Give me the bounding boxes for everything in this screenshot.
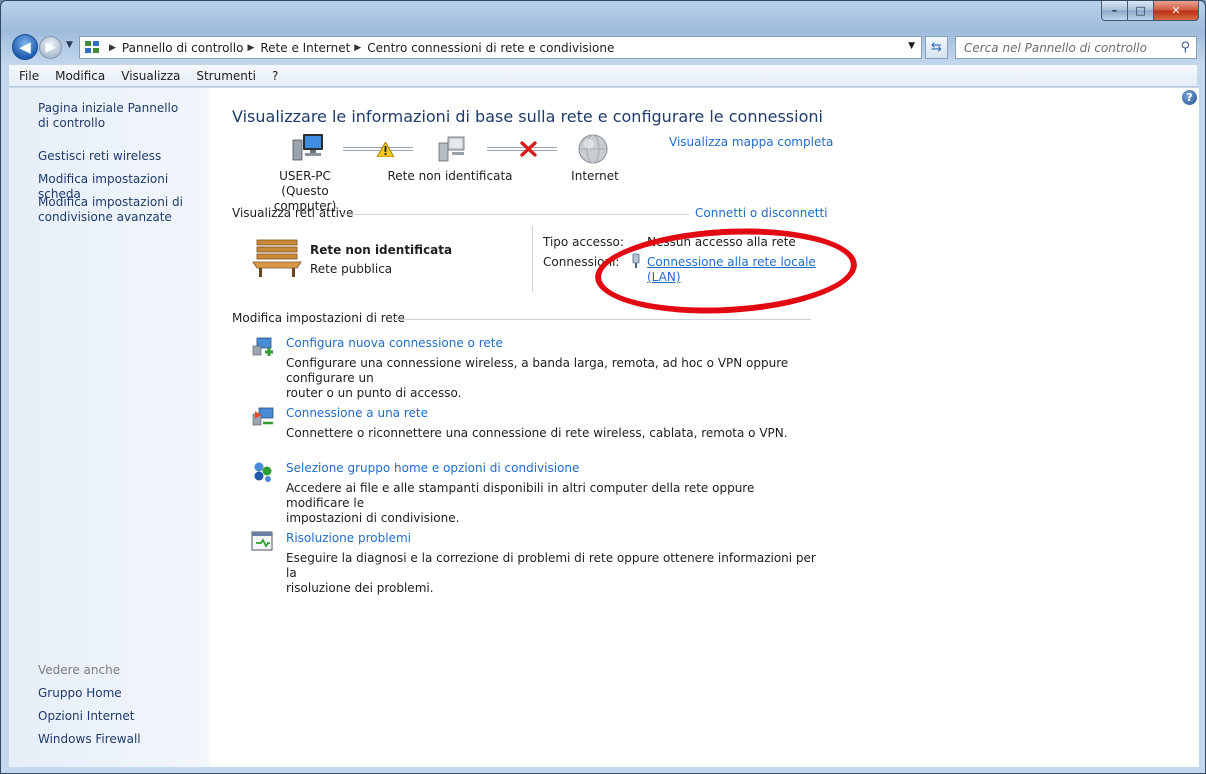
access-type-label: Tipo accesso: <box>543 235 624 249</box>
divider <box>343 214 689 215</box>
red-annotation-ellipse <box>592 222 860 320</box>
see-also-heading: Vedere anche <box>38 663 121 677</box>
computer-name: USER-PC <box>279 169 331 183</box>
address-row: ◀ ▶ ▼ ▶ Pannello di controllo ▶ Rete e I… <box>9 32 1197 62</box>
window: – □ ✕ ◀ ▶ ▼ ▶ Pannello di controllo ▶ Re… <box>0 0 1206 774</box>
maximize-button[interactable]: □ <box>1128 1 1154 21</box>
sidebar-link-firewall[interactable]: Windows Firewall <box>38 732 206 747</box>
breadcrumb-network-center[interactable]: Centro connessioni di rete e condivision… <box>367 41 614 55</box>
menu-edit[interactable]: Modifica <box>55 69 105 83</box>
help-icon[interactable]: ? <box>1182 90 1197 105</box>
task-new-connection-link[interactable]: Configura nuova connessione o rete <box>286 336 503 350</box>
settings-heading: Modifica impostazioni di rete <box>232 311 405 325</box>
arrow-right-icon: ▶ <box>45 40 56 55</box>
internet-name: Internet <box>571 169 619 183</box>
chevron-right-icon[interactable]: ▶ <box>109 43 116 53</box>
task-troubleshoot-desc: Eseguire la diagnosi e la correzione di … <box>286 551 816 596</box>
sidebar-link-wireless[interactable]: Gestisci reti wireless <box>38 149 206 164</box>
task-desc-line: impostazioni di condivisione. <box>286 511 460 525</box>
sidebar: Pagina iniziale Pannello di controllo Ge… <box>9 88 209 767</box>
sidebar-link-home[interactable]: Pagina iniziale Pannello di controllo <box>38 101 188 131</box>
refresh-icon: ⇆ <box>931 40 942 55</box>
refresh-button[interactable]: ⇆ <box>925 36 948 59</box>
network-center-icon <box>85 40 101 55</box>
main-panel: Visualizzare le informazioni di base sul… <box>209 88 1199 767</box>
task-desc-line: router o un punto di accesso. <box>286 386 462 400</box>
address-bar[interactable]: ▶ Pannello di controllo ▶ Rete e Interne… <box>79 36 922 59</box>
task-desc-line: Eseguire la diagnosi e la correzione di … <box>286 551 816 580</box>
homegroup-icon <box>251 461 275 483</box>
forward-button[interactable]: ▶ <box>39 36 62 59</box>
full-map-link[interactable]: Visualizza mappa completa <box>669 135 833 149</box>
new-connection-icon <box>251 336 275 358</box>
search-placeholder: Cerca nel Pannello di controllo <box>964 40 1147 55</box>
task-connect-network-link[interactable]: Connessione a una rete <box>286 406 428 420</box>
task-connect-network-desc: Connettere o riconnettere una connession… <box>286 426 816 441</box>
search-input[interactable]: Cerca nel Pannello di controllo ⚲ <box>955 36 1197 59</box>
recent-pages-dropdown[interactable]: ▼ <box>66 40 73 50</box>
address-dropdown[interactable]: ▼ <box>908 41 915 51</box>
breadcrumb-control-panel[interactable]: Pannello di controllo <box>122 41 244 55</box>
computer-icon <box>291 132 325 164</box>
menu-bar: File Modifica Visualizza Strumenti ? <box>9 65 1197 87</box>
globe-icon <box>577 133 609 165</box>
active-networks-heading: Visualizza reti attive <box>232 206 354 220</box>
task-desc-line: Configurare una connessione wireless, a … <box>286 356 789 385</box>
task-new-connection-desc: Configurare una connessione wireless, a … <box>286 356 816 401</box>
minimize-button[interactable]: – <box>1101 1 1128 21</box>
menu-view[interactable]: Visualizza <box>121 69 180 83</box>
network-icon <box>435 133 467 165</box>
active-network-type: Rete pubblica <box>310 262 393 276</box>
sidebar-link-internet-options[interactable]: Opzioni Internet <box>38 709 206 724</box>
menu-help[interactable]: ? <box>272 69 278 83</box>
close-button[interactable]: ✕ <box>1154 1 1199 21</box>
task-troubleshoot-link[interactable]: Risoluzione problemi <box>286 531 411 545</box>
network-map-name: Rete non identificata <box>387 169 513 183</box>
content-area: Pagina iniziale Pannello di controllo Ge… <box>9 88 1199 767</box>
red-x-icon <box>520 141 537 160</box>
search-icon[interactable]: ⚲ <box>1180 40 1190 55</box>
vertical-divider <box>532 226 533 292</box>
scrollbar[interactable]: ? <box>1181 88 1199 767</box>
chevron-right-icon[interactable]: ▶ <box>247 43 254 53</box>
page-title: Visualizzare le informazioni di base sul… <box>232 107 823 126</box>
warning-icon <box>376 141 395 160</box>
chevron-right-icon[interactable]: ▶ <box>354 43 361 53</box>
sidebar-link-homegroup[interactable]: Gruppo Home <box>38 686 206 701</box>
arrow-left-icon: ◀ <box>19 38 31 56</box>
sidebar-link-sharing[interactable]: Modifica impostazioni di condivisione av… <box>38 195 188 225</box>
breadcrumb-network-internet[interactable]: Rete e Internet <box>260 41 350 55</box>
task-desc-line: Connettere o riconnettere una connession… <box>286 426 788 440</box>
divider <box>391 319 811 320</box>
connect-network-icon <box>251 406 275 428</box>
bench-icon <box>251 238 303 278</box>
task-homegroup-desc: Accedere ai file e alle stampanti dispon… <box>286 481 816 526</box>
menu-tools[interactable]: Strumenti <box>196 69 256 83</box>
troubleshoot-icon <box>251 531 275 553</box>
menu-file[interactable]: File <box>19 69 39 83</box>
caption-buttons: – □ ✕ <box>1101 1 1199 22</box>
task-desc-line: risoluzione dei problemi. <box>286 581 434 595</box>
active-network-name: Rete non identificata <box>310 243 453 257</box>
task-desc-line: Accedere ai file e alle stampanti dispon… <box>286 481 755 510</box>
back-button[interactable]: ◀ <box>12 34 38 60</box>
connect-disconnect-link[interactable]: Connetti o disconnetti <box>695 206 828 220</box>
task-homegroup-link[interactable]: Selezione gruppo home e opzioni di condi… <box>286 461 579 475</box>
